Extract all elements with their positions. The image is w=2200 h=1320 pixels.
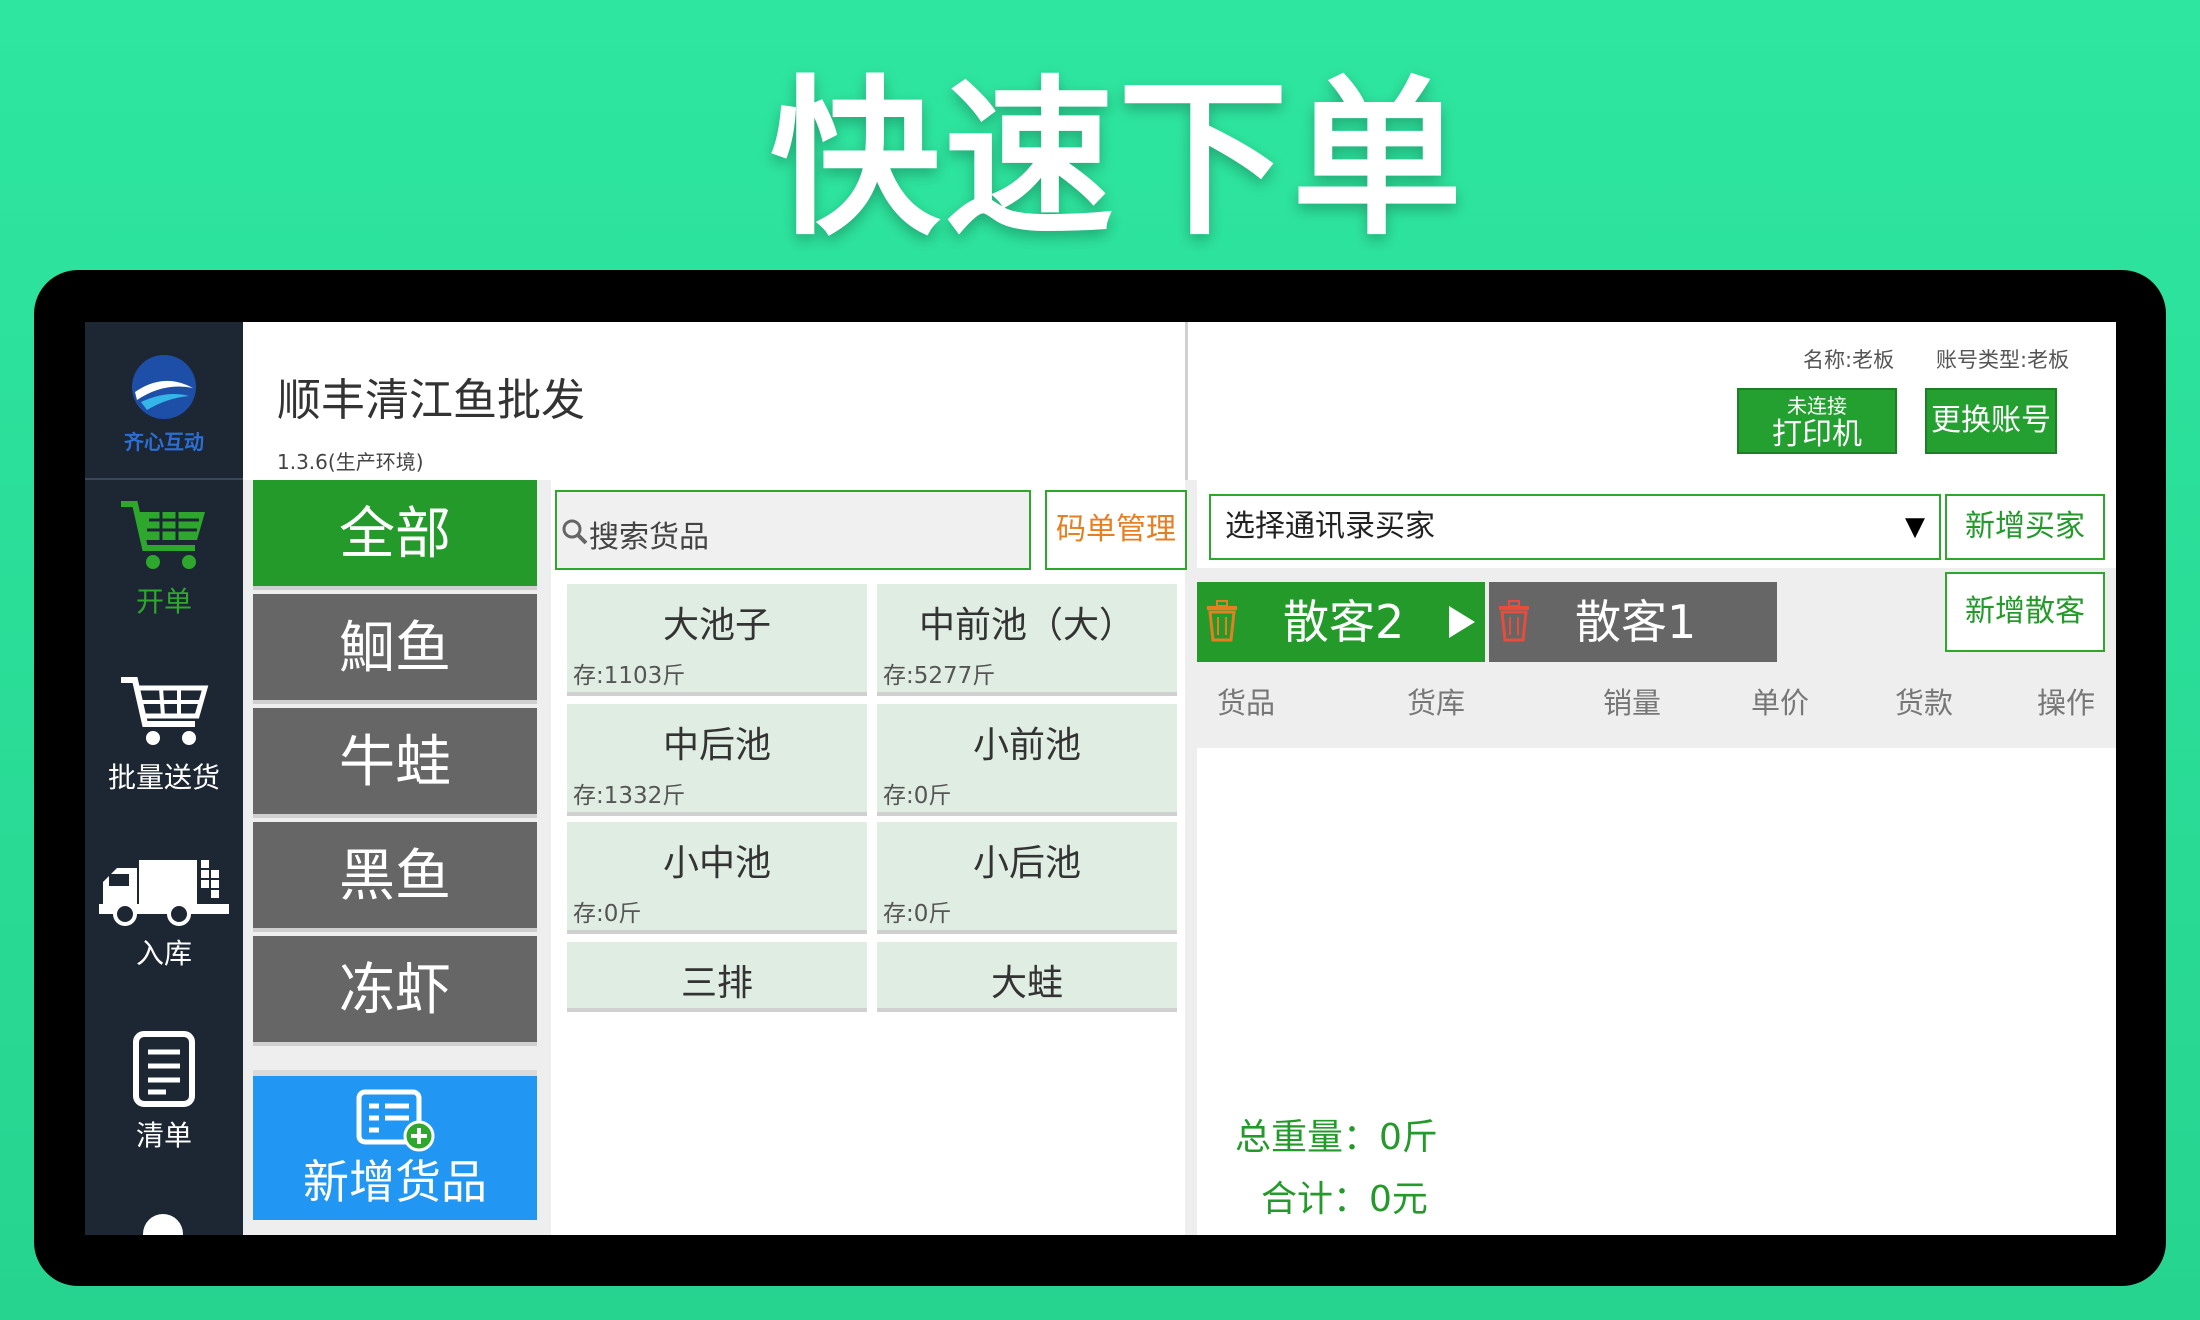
header-divider [1185,322,1188,480]
trash-icon[interactable] [1497,600,1531,642]
customer-tabs-bar: 散客2 散客1 新增散客 货品 货库 销量 单价 货款 操作 [1197,568,2116,748]
nav-item-order[interactable]: 开单 [85,498,243,620]
buyer-select[interactable]: 选择通讯录买家 ▼ [1209,494,1941,560]
nav-item-batch-delivery[interactable]: 批量送货 [85,674,243,796]
customer-tab-label: 散客1 [1575,595,1697,649]
nav-item-label: 批量送货 [107,761,220,794]
cart-icon [121,501,205,569]
goods-tile[interactable]: 三排 [567,942,867,1012]
main-content: 全部 鮰鱼 牛蛙 黑鱼 冻虾 新增货品 搜索货品 码单管理 大池子 存:1103… [243,480,2116,1235]
logo-icon [132,355,196,419]
customer-tab[interactable]: 散客1 [1489,582,1777,662]
order-panel: 选择通讯录买家 ▼ 新增买家 散客2 散客1 新增散客 货品 货库 销量 单价 … [1197,480,2116,1235]
brand-logo: 齐心互动 [85,322,243,480]
add-walkin-button[interactable]: 新增散客 [1945,572,2105,652]
goods-tile[interactable]: 中后池 存:1332斤 [567,704,867,816]
column-header: 销量 [1603,686,1662,720]
nav-item-label: 清单 [135,1119,192,1152]
app-screen: 齐心互动 开单 批量送货 入库 清单 顺丰清江鱼批发 1.3.6(生产环境) 名… [85,322,2116,1235]
list-doc-icon [133,1031,195,1107]
goods-name: 三排 [680,963,753,1004]
goods-tile[interactable]: 大蛙 [877,942,1177,1012]
search-input[interactable]: 搜索货品 [555,490,1031,570]
headline: 快速下单 [770,61,1467,259]
goods-name: 中后池 [662,725,771,766]
goods-stock: 存:1332斤 [573,783,686,809]
customer-tab-label: 散客2 [1283,595,1405,649]
goods-tile[interactable]: 大池子 存:1103斤 [567,584,867,696]
category-item[interactable]: 黑鱼 [253,822,537,932]
nav-item-more-icon[interactable] [143,1214,183,1235]
search-icon [562,519,588,545]
sidebar-nav: 齐心互动 开单 批量送货 入库 清单 [85,322,243,1235]
goods-name: 小中池 [662,843,771,884]
dropdown-arrow-icon: ▼ [1905,512,1925,542]
total-weight: 总重量：0斤 [1235,1117,1438,1158]
add-goods-label: 新增货品 [303,1155,487,1209]
nav-item-label: 开单 [135,585,192,618]
goods-tile[interactable]: 小中池 存:0斤 [567,822,867,934]
cart-outline-icon [121,677,209,745]
goods-name: 大池子 [662,605,771,646]
code-management-button[interactable]: 码单管理 [1045,490,1187,570]
goods-stock: 存:1103斤 [573,663,686,689]
goods-panel: 搜索货品 码单管理 大池子 存:1103斤 中前池（大） 存:5277斤 中后池… [551,480,1187,1235]
user-name: 名称:老板 [1803,348,1895,372]
search-placeholder: 搜索货品 [589,520,709,555]
account-type: 账号类型:老板 [1936,348,2070,372]
category-item[interactable]: 冻虾 [253,936,537,1046]
column-header: 操作 [2037,686,2096,720]
goods-tile[interactable]: 小后池 存:0斤 [877,822,1177,934]
category-all[interactable]: 全部 [253,480,537,590]
goods-stock: 存:5277斤 [883,663,996,689]
switch-account-button[interactable]: 更换账号 [1925,388,2057,454]
printer-status: 未连接 [1787,394,1847,418]
logo-text: 齐心互动 [124,430,204,454]
goods-stock: 存:0斤 [883,901,952,927]
goods-tile[interactable]: 小前池 存:0斤 [877,704,1177,816]
buyer-select-value: 选择通讯录买家 [1225,509,1435,544]
trash-icon[interactable] [1205,600,1239,642]
category-item[interactable]: 牛蛙 [253,708,537,818]
column-header: 货款 [1895,686,1954,720]
category-item[interactable]: 鮰鱼 [253,594,537,704]
add-goods-button[interactable]: 新增货品 [253,1070,537,1220]
goods-name: 大蛙 [990,963,1063,1004]
goods-name: 小后池 [972,843,1081,884]
app-header: 顺丰清江鱼批发 1.3.6(生产环境) 名称:老板 账号类型:老板 未连接 打印… [243,322,2116,480]
customer-tab-active[interactable]: 散客2 [1197,582,1485,662]
goods-name: 中前池（大） [918,605,1135,646]
play-icon [1449,606,1475,638]
column-header: 单价 [1751,686,1810,720]
app-version: 1.3.6(生产环境) [277,450,424,474]
nav-item-stock-in[interactable]: 入库 [85,856,243,972]
nav-item-label: 入库 [135,937,192,970]
column-header: 货库 [1407,686,1466,720]
printer-button[interactable]: 未连接 打印机 [1737,388,1897,454]
goods-stock: 存:0斤 [883,783,952,809]
printer-label: 打印机 [1772,417,1862,452]
add-buyer-button[interactable]: 新增买家 [1945,494,2105,560]
column-header: 货品 [1217,686,1276,720]
total-amount: 合计：0元 [1261,1179,1428,1220]
goods-name: 小前池 [972,725,1081,766]
nav-item-list[interactable]: 清单 [85,1030,243,1154]
goods-stock: 存:0斤 [573,901,642,927]
truck-icon [99,860,229,926]
goods-tile[interactable]: 中前池（大） 存:5277斤 [877,584,1177,696]
shop-name: 顺丰清江鱼批发 [277,375,585,426]
add-document-icon [356,1089,435,1152]
